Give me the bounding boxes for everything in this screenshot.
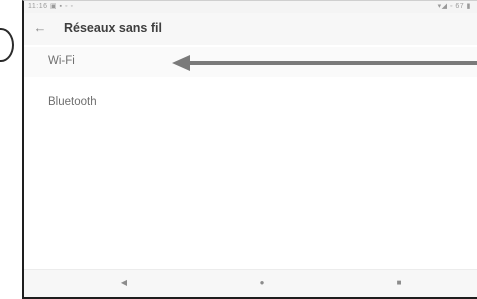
status-bar: 11:16 ▣ ▪ ◦ ◦ ▾◢ ◦ 67 ▮ — [24, 1, 477, 13]
status-system-icons: ▾◢ ◦ 67 ▮ — [437, 3, 471, 10]
arrow-left-icon[interactable]: ← — [32, 20, 48, 36]
status-time: 11:16 — [28, 3, 48, 10]
settings-item-bluetooth[interactable]: Bluetooth — [24, 88, 477, 118]
callout-circle-fragment — [0, 28, 14, 62]
app-bar: ← Réseaux sans fil — [24, 13, 477, 45]
status-notification-icons: ▣ ▪ ◦ ◦ — [49, 3, 74, 10]
page-title: Réseaux sans fil — [64, 21, 162, 35]
status-left: 11:16 ▣ ▪ ◦ ◦ — [28, 2, 73, 10]
settings-item-label: Wi-Fi — [48, 55, 75, 67]
nav-home-icon[interactable]: ● — [255, 277, 269, 289]
navigation-bar: ◀ ● ■ — [24, 269, 477, 297]
settings-item-label: Bluetooth — [48, 96, 97, 108]
screenshot-stage: 11:16 ▣ ▪ ◦ ◦ ▾◢ ◦ 67 ▮ ← Réseaux sans f… — [0, 0, 477, 299]
nav-recents-icon[interactable]: ■ — [392, 277, 406, 289]
nav-back-icon[interactable]: ◀ — [117, 277, 131, 289]
tablet-screen: 11:16 ▣ ▪ ◦ ◦ ▾◢ ◦ 67 ▮ ← Réseaux sans f… — [22, 0, 477, 299]
annotation-arrow-icon — [172, 55, 477, 71]
